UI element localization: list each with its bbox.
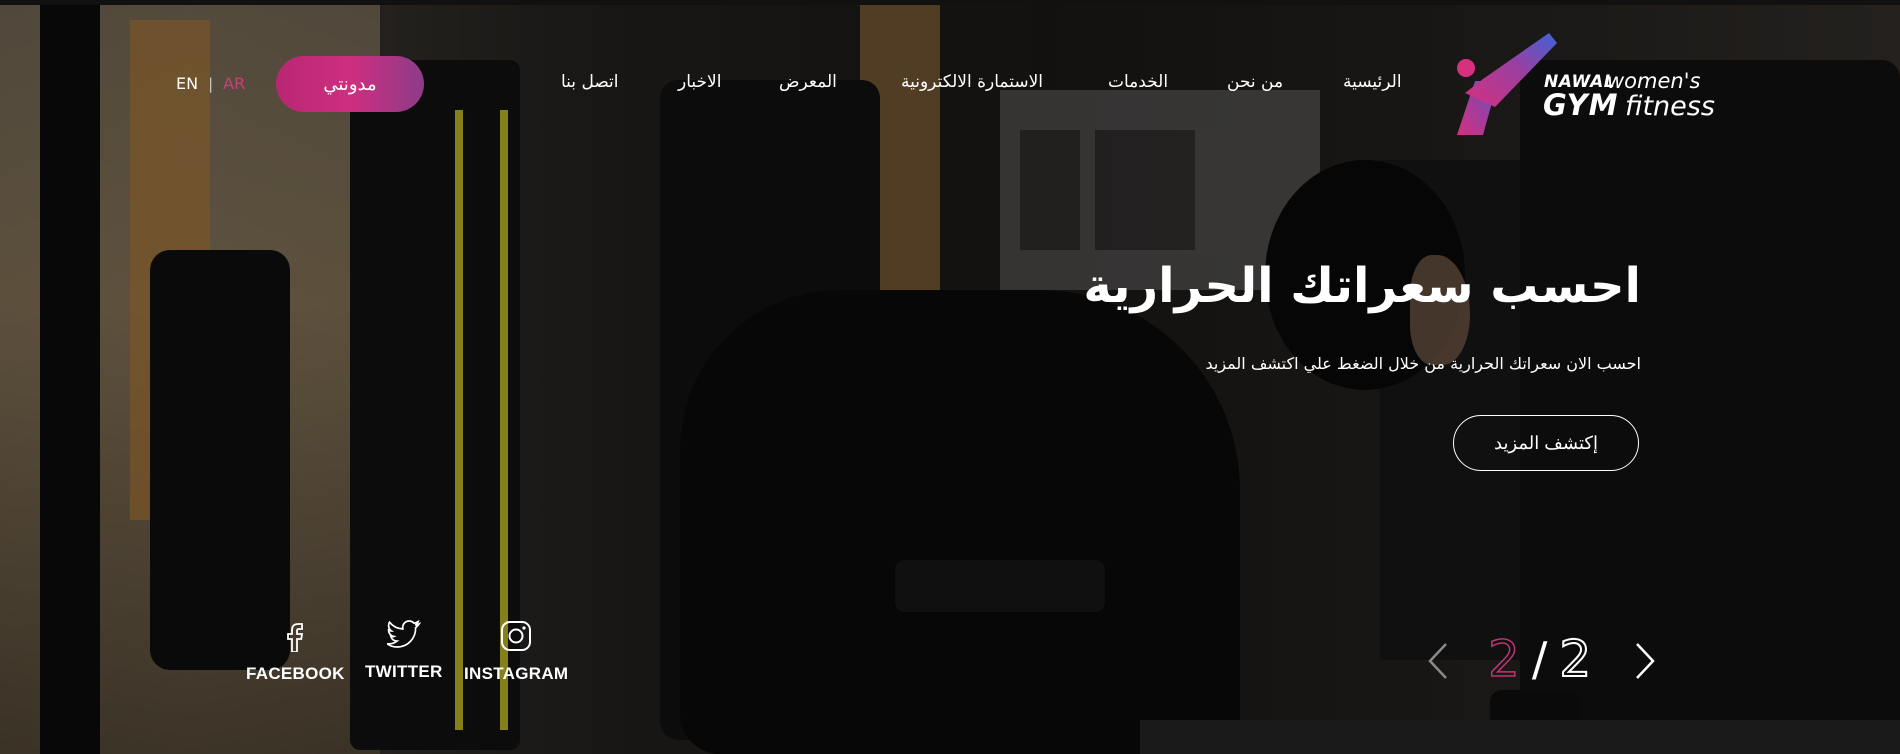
facebook-icon xyxy=(287,623,304,652)
chevron-right-icon xyxy=(1636,643,1655,679)
nav-item-gallery[interactable]: المعرض xyxy=(779,72,837,92)
nav-item-services[interactable]: الخدمات xyxy=(1108,72,1168,92)
language-ar-link[interactable]: AR xyxy=(223,74,245,93)
slider-prev-button[interactable] xyxy=(1420,640,1456,682)
nav-item-about[interactable]: من نحن xyxy=(1227,72,1283,92)
nav-item-home[interactable]: الرئيسية xyxy=(1343,72,1402,92)
logo-name-line2: GYM xyxy=(1543,88,1619,122)
blog-button[interactable]: مدونتي xyxy=(276,56,424,112)
nav-item-news[interactable]: الاخبار xyxy=(678,72,721,92)
nav-item-contact[interactable]: اتصل بنا xyxy=(561,72,619,92)
nav-item-online-form[interactable]: الاستمارة الالكترونية xyxy=(901,72,1043,92)
discover-more-button[interactable]: إكتشف المزيد xyxy=(1453,415,1639,471)
social-instagram-link[interactable]: INSTAGRAM xyxy=(464,620,568,684)
top-strip xyxy=(0,0,1900,5)
language-en-link[interactable]: EN xyxy=(176,74,198,93)
social-facebook-link[interactable]: FACEBOOK xyxy=(246,620,345,684)
language-switcher: EN | AR xyxy=(176,74,245,93)
slide-total: 2 xyxy=(1558,629,1592,689)
slide-counter: 2 / 2 xyxy=(1487,629,1592,689)
social-twitter-link[interactable]: TWITTER xyxy=(365,620,443,682)
instagram-label: INSTAGRAM xyxy=(464,664,569,683)
language-separator: | xyxy=(208,74,214,93)
hero-subtitle: احسب الان سعراتك الحرارية من خلال الضغط … xyxy=(1205,354,1642,373)
slide-current: 2 xyxy=(1487,629,1520,689)
slide-separator: / xyxy=(1531,632,1548,686)
logo-tagline-line2: fitness xyxy=(1625,91,1715,122)
chevron-left-icon xyxy=(1428,643,1447,679)
brand-logo[interactable]: NAWAL GYM women's fitness xyxy=(1453,33,1729,139)
slider-next-button[interactable] xyxy=(1627,640,1663,682)
instagram-icon xyxy=(501,621,532,651)
hero-section: NAWAL GYM women's fitness الرئيسية من نح… xyxy=(0,0,1900,754)
hero-title: احسب سعراتك الحرارية xyxy=(1083,258,1641,314)
twitter-icon xyxy=(386,620,421,648)
facebook-label: FACEBOOK xyxy=(246,664,345,683)
logo-tagline-line1: women's xyxy=(1607,69,1701,93)
twitter-label: TWITTER xyxy=(365,662,443,681)
